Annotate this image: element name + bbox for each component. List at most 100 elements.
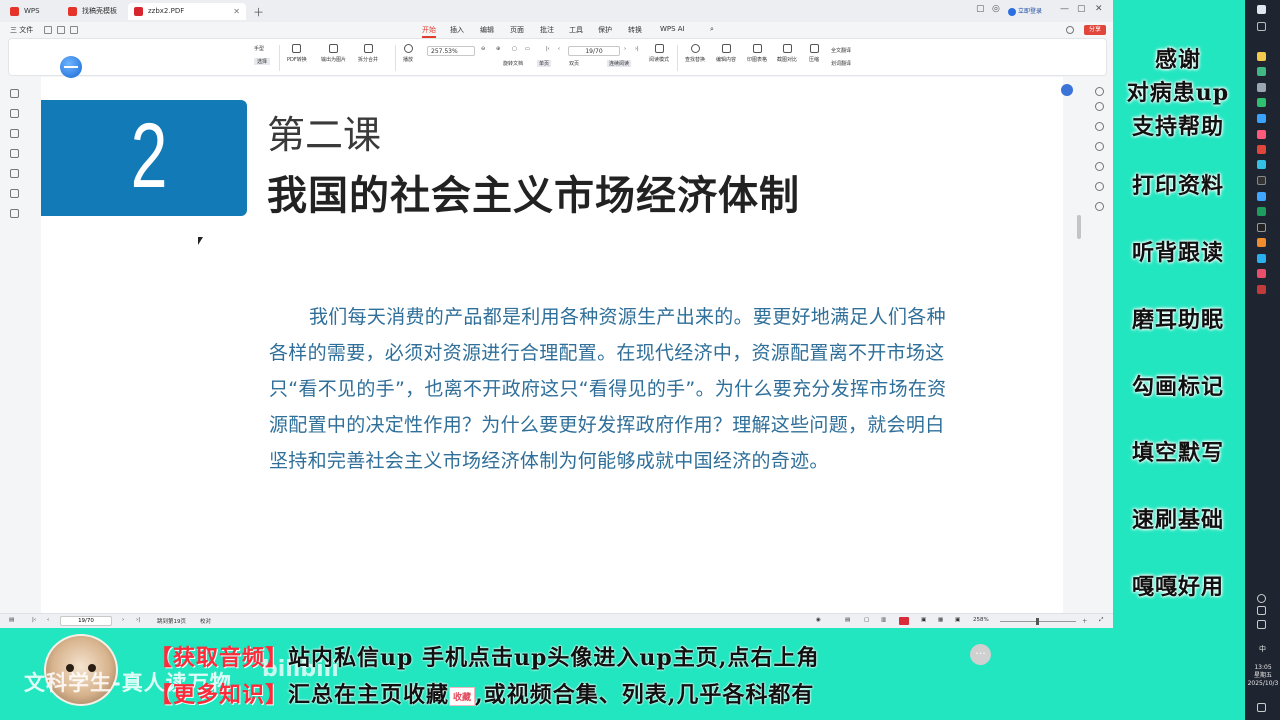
menu-protect[interactable]: 保护: [598, 25, 612, 35]
tab-pdf-document[interactable]: zzbx2.PDF ✕: [128, 3, 246, 20]
first-page-icon[interactable]: |‹: [32, 617, 36, 623]
menu-tools[interactable]: 工具: [569, 25, 583, 35]
screenshot-compare-button[interactable]: 截图对比: [777, 44, 797, 63]
menu-wps-ai[interactable]: WPS AI: [660, 25, 685, 33]
compare-icon[interactable]: [1095, 162, 1104, 171]
fit-width-icon[interactable]: ▭: [525, 46, 530, 52]
proofread-button[interactable]: 校对: [200, 617, 211, 625]
app-icon[interactable]: [1257, 114, 1266, 123]
open-icon[interactable]: [44, 26, 52, 34]
pdf-convert-button[interactable]: PDF转换: [287, 44, 307, 63]
print-table-button[interactable]: 印图表格: [747, 44, 767, 63]
start-icon[interactable]: [1257, 5, 1266, 14]
login-button[interactable]: 立即登录: [1008, 6, 1042, 16]
compress-button[interactable]: 压缩: [809, 44, 819, 63]
layout-icon[interactable]: ▢: [976, 4, 985, 14]
tab-template[interactable]: 找稿壳模板: [62, 3, 124, 20]
close-window-icon[interactable]: ✕: [1095, 4, 1103, 14]
search-panel-icon[interactable]: [1095, 102, 1104, 111]
tab-wps-office[interactable]: WPS Office: [4, 3, 60, 32]
menu-page[interactable]: 页面: [510, 25, 524, 35]
app-icon[interactable]: [1257, 67, 1266, 76]
terminal-icon[interactable]: [1257, 176, 1266, 185]
app-icon[interactable]: [1257, 223, 1266, 232]
zoom-select[interactable]: 257.53%: [427, 46, 475, 56]
word-translate-button[interactable]: 划词翻译: [831, 60, 851, 67]
comment-icon[interactable]: [10, 149, 19, 158]
first-page-icon[interactable]: |‹: [546, 46, 550, 52]
select-tool-button[interactable]: 选择: [254, 58, 271, 65]
bookmark-icon[interactable]: [10, 109, 19, 118]
menu-insert[interactable]: 插入: [450, 25, 464, 35]
zoom-out-icon[interactable]: ⊖: [481, 46, 485, 52]
prev-page-icon[interactable]: ‹: [47, 617, 49, 623]
rotate-button[interactable]: 旋转文档: [503, 60, 523, 67]
edit-content-button[interactable]: 编辑内容: [716, 44, 736, 63]
full-translate-button[interactable]: 全文翻译: [831, 47, 851, 54]
next-page-icon[interactable]: ›: [624, 46, 626, 52]
status-zoom-value[interactable]: 258%: [973, 617, 989, 623]
search-icon[interactable]: [1257, 22, 1266, 31]
single-page-button[interactable]: 单页: [537, 60, 552, 67]
app-icon[interactable]: [1257, 83, 1266, 92]
double-view-icon[interactable]: ▥: [881, 617, 886, 623]
app-icon[interactable]: [1257, 254, 1266, 263]
app-icon[interactable]: [1257, 269, 1266, 278]
attachment-icon[interactable]: [10, 169, 19, 178]
thumbnail-icon[interactable]: [10, 129, 19, 138]
last-page-icon[interactable]: ›|: [635, 46, 639, 52]
menu-comment[interactable]: 批注: [540, 25, 554, 35]
continuous-read-button[interactable]: 连续阅读: [607, 60, 632, 67]
eye-icon[interactable]: ◉: [816, 617, 821, 623]
volume-icon[interactable]: [1257, 620, 1266, 629]
double-page-button[interactable]: 双页: [569, 60, 579, 67]
export-image-button[interactable]: 输出为图片: [321, 44, 346, 63]
file-menu[interactable]: 三 文件: [10, 25, 33, 35]
app-icon[interactable]: [1257, 207, 1266, 216]
cloud-icon[interactable]: [1066, 26, 1074, 34]
skin-icon[interactable]: ◎: [992, 4, 1000, 14]
float-tool-icon[interactable]: [1061, 84, 1073, 96]
wechat-icon[interactable]: [1257, 98, 1266, 107]
fit-page-icon[interactable]: ▢: [512, 46, 517, 52]
minimize-icon[interactable]: —: [1060, 4, 1069, 14]
new-tab-icon[interactable]: ＋: [253, 4, 264, 20]
menu-home[interactable]: 开始: [422, 25, 436, 38]
zoom-in-icon[interactable]: ＋: [1082, 617, 1088, 625]
vertical-scrollbar[interactable]: [1077, 215, 1081, 239]
app-icon[interactable]: [1257, 238, 1266, 247]
folder-icon[interactable]: [1257, 52, 1266, 61]
sidebar-toggle-icon[interactable]: ▤: [9, 617, 14, 623]
layers-icon[interactable]: [10, 209, 19, 218]
status-page-input[interactable]: 19/70: [60, 616, 112, 626]
app-icon[interactable]: [1257, 285, 1266, 294]
fit-icon[interactable]: ▣: [921, 617, 926, 623]
single-view-icon[interactable]: ▢: [864, 617, 869, 623]
page-number-input[interactable]: 19/70: [568, 46, 620, 56]
share-button[interactable]: 分享: [1084, 25, 1106, 35]
prev-page-icon[interactable]: ‹: [558, 46, 560, 52]
taskbar-clock[interactable]: 13:05 星期五 2025/10/3: [1247, 664, 1279, 688]
ime-indicator[interactable]: 中: [1259, 644, 1266, 654]
zoom-in-icon[interactable]: ⊕: [496, 46, 500, 52]
play-mode-icon[interactable]: [899, 617, 909, 625]
play-button[interactable]: 播放: [403, 44, 413, 63]
next-page-icon[interactable]: ›: [122, 617, 124, 623]
page-view-icon[interactable]: ▣: [955, 617, 960, 623]
search-icon[interactable]: ⌕: [710, 25, 714, 34]
print-icon[interactable]: [70, 26, 78, 34]
notification-icon[interactable]: [1257, 703, 1266, 712]
width-icon[interactable]: ▦: [938, 617, 943, 623]
crop-panel-icon[interactable]: [1095, 122, 1104, 131]
property-icon[interactable]: [1095, 87, 1104, 96]
network-icon[interactable]: [1257, 606, 1266, 615]
save-icon[interactable]: [57, 26, 65, 34]
floating-ball-icon[interactable]: [60, 56, 82, 78]
last-page-icon[interactable]: ›|: [136, 617, 140, 623]
menu-convert[interactable]: 转换: [628, 25, 642, 35]
outline-icon[interactable]: [10, 89, 19, 98]
read-mode-button[interactable]: 阅读模式: [649, 44, 669, 63]
goto-page-button[interactable]: 跳到第19页: [157, 617, 186, 625]
close-tab-icon[interactable]: ✕: [233, 3, 240, 20]
browser-icon[interactable]: [1257, 160, 1266, 169]
